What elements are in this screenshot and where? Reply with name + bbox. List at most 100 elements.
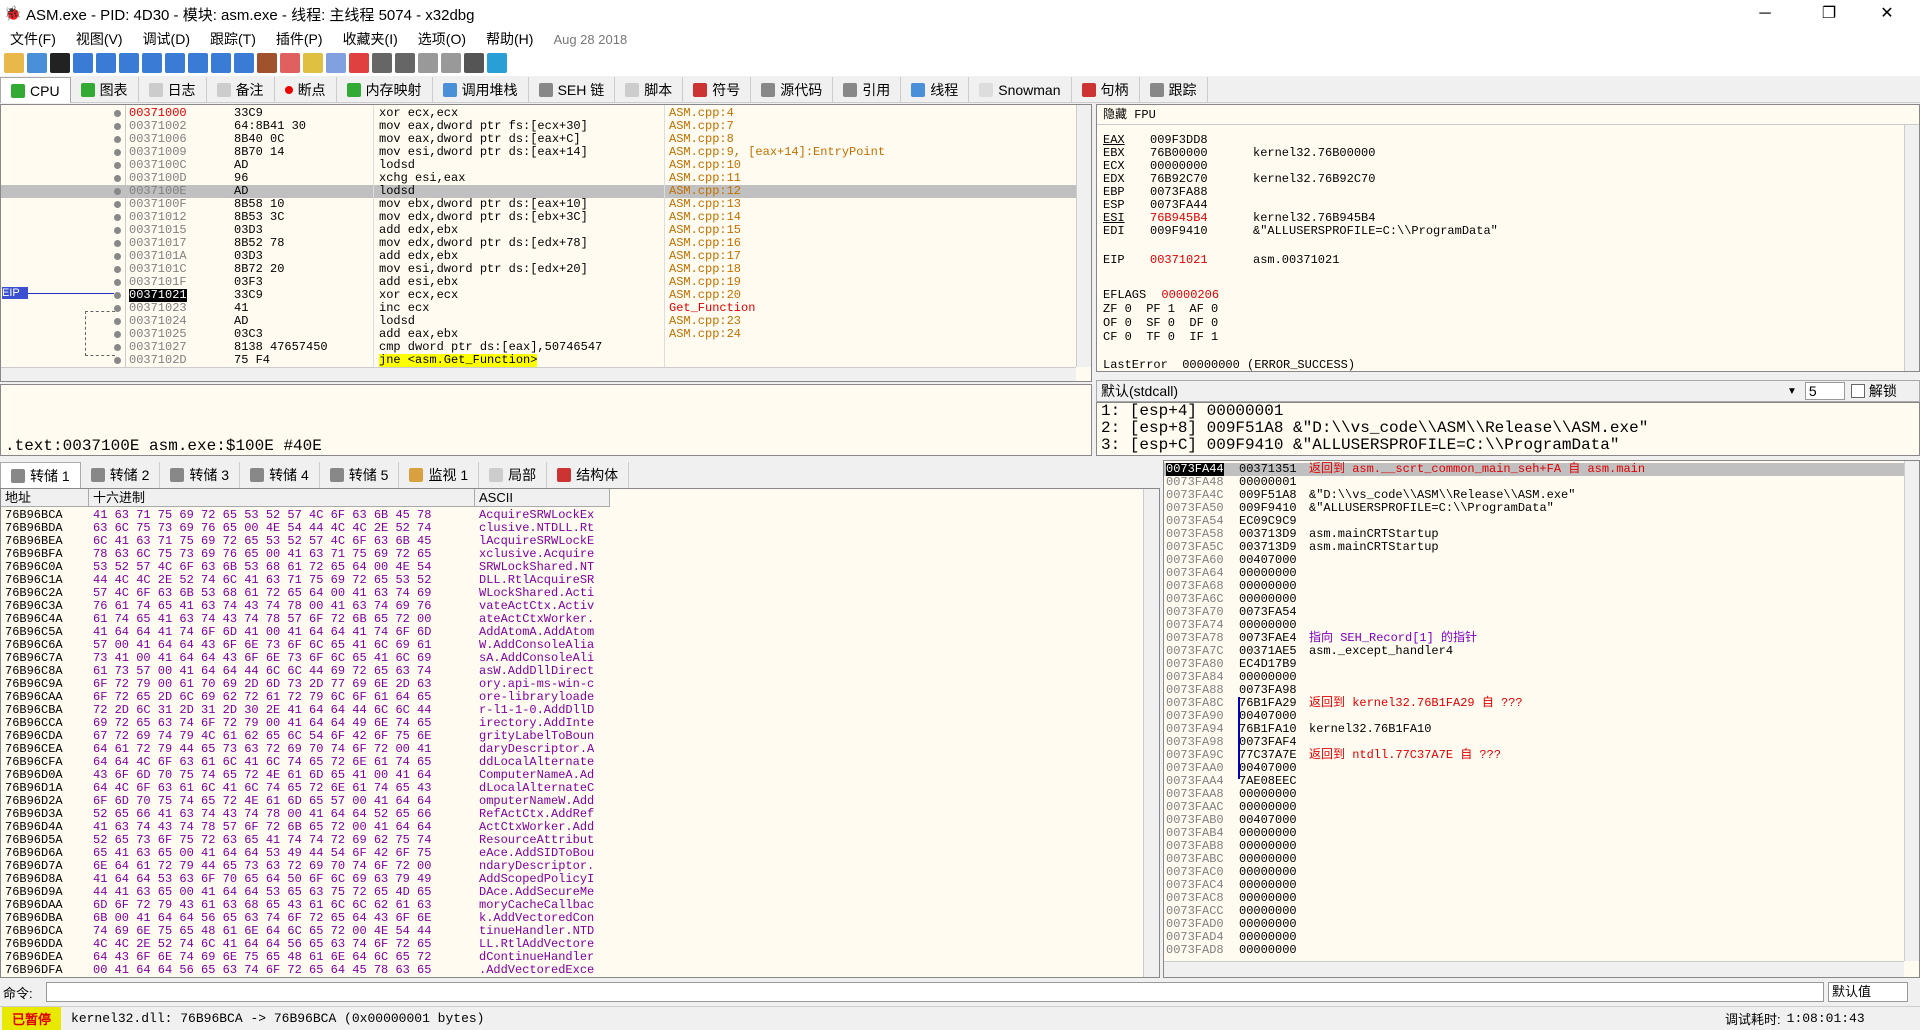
edit-icon[interactable] — [280, 53, 300, 73]
tab-struct[interactable]: 结构体 — [547, 462, 630, 488]
menu-favourites[interactable]: 收藏夹(I) — [333, 29, 408, 49]
breakpoint-dot-icon[interactable] — [114, 318, 121, 325]
step-into-icon[interactable] — [119, 53, 139, 73]
unlock-checkbox[interactable] — [1850, 384, 1865, 398]
menu-help[interactable]: 帮助(H) — [476, 29, 543, 49]
hash-icon[interactable] — [395, 53, 415, 73]
trace-over-icon[interactable] — [188, 53, 208, 73]
breakpoint-dot-icon[interactable] — [114, 188, 121, 195]
restart-icon[interactable] — [27, 53, 47, 73]
eflags-value[interactable]: 00000206 — [1161, 288, 1219, 302]
register-edi[interactable]: EDI 009F9410 &"ALLUSERSPROFILE=C:\\Program… — [1103, 224, 1498, 238]
execute-till-return-icon[interactable] — [211, 53, 231, 73]
breakpoint-dot-icon[interactable] — [114, 214, 121, 221]
breakpoint-dot-icon[interactable] — [114, 149, 121, 156]
minimize-button[interactable]: ─ — [1742, 0, 1788, 28]
register-ebp[interactable]: EBP 0073FA88 — [1103, 185, 1208, 199]
col-ascii[interactable]: ASCII — [475, 489, 610, 507]
tab-seh[interactable]: SEH 链 — [529, 77, 616, 103]
breakpoint-dot-icon[interactable] — [114, 279, 121, 286]
dump-vscrollbar[interactable] — [1143, 489, 1159, 977]
stack-view[interactable]: 0073FA44 00371351 返回到 asm.__scrt_common_ma… — [1163, 460, 1920, 978]
trace-into-icon[interactable] — [165, 53, 185, 73]
font-icon[interactable] — [418, 53, 438, 73]
command-input[interactable] — [46, 982, 1824, 1002]
tab-dump-5[interactable]: 转储 5 — [320, 462, 400, 488]
tab-dump-4[interactable]: 转储 4 — [240, 462, 320, 488]
register-eax[interactable]: EAX 009F3DD8 — [1103, 133, 1208, 147]
maximize-button[interactable]: ❐ — [1806, 0, 1852, 28]
register-ecx[interactable]: ECX 00000000 — [1103, 159, 1208, 173]
tab-script[interactable]: 脚本 — [615, 77, 684, 103]
registers-view[interactable]: 隐藏 FPU EAX 009F3DD8 EBX 76B00000 kernel32.76… — [1096, 104, 1920, 372]
disassembly-view[interactable]: EIP 00371000 33C9 xor ecx,ecx ASM.cpp:4 0037… — [0, 104, 1092, 382]
breakpoint-dot-icon[interactable] — [114, 201, 121, 208]
tab-source[interactable]: 源代码 — [751, 77, 834, 103]
menu-debug[interactable]: 调试(D) — [133, 29, 200, 49]
breakpoint-dot-icon[interactable] — [114, 357, 121, 364]
patch-icon[interactable] — [349, 53, 369, 73]
tab-handles[interactable]: 句柄 — [1072, 77, 1140, 103]
run-icon[interactable] — [73, 53, 93, 73]
stack-hscrollbar[interactable] — [1164, 961, 1904, 977]
tab-snowman[interactable]: Snowman — [969, 77, 1072, 103]
col-address[interactable]: 地址 — [1, 489, 89, 507]
open-icon[interactable] — [4, 53, 24, 73]
fpu-toggle[interactable]: 隐藏 FPU — [1097, 105, 1919, 125]
breakpoint-dot-icon[interactable] — [114, 292, 121, 299]
tab-cpu[interactable]: CPU — [0, 77, 71, 103]
tab-locals[interactable]: 局部 — [479, 462, 548, 488]
stop-icon[interactable] — [50, 53, 70, 73]
tab-trace[interactable]: 跟踪 — [1140, 77, 1208, 103]
breakpoint-dot-icon[interactable] — [114, 305, 121, 312]
tab-call-stack[interactable]: 调用堆栈 — [433, 77, 529, 103]
tab-dump-3[interactable]: 转储 3 — [160, 462, 241, 488]
tab-notes[interactable]: 备注 — [207, 77, 275, 103]
menu-trace[interactable]: 跟踪(T) — [200, 29, 266, 49]
chevron-down-icon[interactable]: ▼ — [1787, 386, 1797, 397]
call-args-view[interactable]: 1: [esp+4] 00000001 2: [esp+8] 009F51A8 … — [1096, 402, 1920, 456]
run-to-user-code-icon[interactable] — [234, 53, 254, 73]
tab-references[interactable]: 引用 — [833, 77, 902, 103]
breakpoint-dot-icon[interactable] — [114, 162, 121, 169]
disasm-hscrollbar[interactable] — [1, 367, 1076, 381]
tab-memory-map[interactable]: 内存映射 — [337, 77, 433, 103]
menu-plugins[interactable]: 插件(P) — [266, 29, 333, 49]
register-esp[interactable]: ESP 0073FA44 — [1103, 198, 1208, 212]
disasm-row[interactable]: 0037102D 75 F4 jne <asm.Get_Function> — [1, 354, 1076, 367]
register-ebx[interactable]: EBX 76B00000 kernel32.76B00000 — [1103, 146, 1375, 160]
close-button[interactable]: ✕ — [1864, 0, 1910, 28]
breakpoint-dot-icon[interactable] — [114, 240, 121, 247]
register-esi[interactable]: ESI 76B945B4 kernel32.76B945B4 — [1103, 211, 1375, 225]
stack-row[interactable]: 0073FAD8 00000000 — [1164, 944, 1904, 957]
globe-icon[interactable] — [487, 53, 507, 73]
command-mode-select[interactable]: 默认值 — [1828, 982, 1908, 1002]
step-over-icon[interactable] — [142, 53, 162, 73]
function-icon[interactable] — [372, 53, 392, 73]
breakpoint-dot-icon[interactable] — [114, 175, 121, 182]
disasm-vscrollbar[interactable] — [1076, 105, 1091, 367]
breakpoint-dot-icon[interactable] — [114, 136, 121, 143]
breakpoint-dot-icon[interactable] — [114, 123, 121, 130]
tab-symbols[interactable]: 符号 — [683, 77, 752, 103]
breakpoint-dot-icon[interactable] — [114, 344, 121, 351]
breakpoint-dot-icon[interactable] — [114, 253, 121, 260]
text-icon[interactable] — [441, 53, 461, 73]
arg-count-spinner[interactable]: 5 — [1804, 382, 1845, 400]
breakpoint-dot-icon[interactable] — [114, 110, 121, 117]
eip-reg-value[interactable]: 00371021 — [1150, 253, 1208, 267]
stop-icon[interactable] — [257, 53, 277, 73]
note-icon[interactable] — [303, 53, 323, 73]
calculator-icon[interactable] — [464, 53, 484, 73]
tab-log[interactable]: 日志 — [139, 77, 207, 103]
tab-breakpoints[interactable]: 断点 — [275, 77, 337, 103]
menu-file[interactable]: 文件(F) — [0, 29, 66, 49]
link-icon[interactable] — [326, 53, 346, 73]
pause-icon[interactable] — [96, 53, 116, 73]
stack-vscrollbar[interactable] — [1904, 461, 1919, 961]
col-hex[interactable]: 十六进制 — [89, 489, 475, 507]
tab-dump-1[interactable]: 转储 1 — [0, 462, 81, 488]
call-convention-select[interactable]: 默认(stdcall) — [1097, 381, 1787, 401]
tab-watch-1[interactable]: 监视 1 — [399, 462, 480, 488]
tab-threads[interactable]: 线程 — [901, 77, 970, 103]
